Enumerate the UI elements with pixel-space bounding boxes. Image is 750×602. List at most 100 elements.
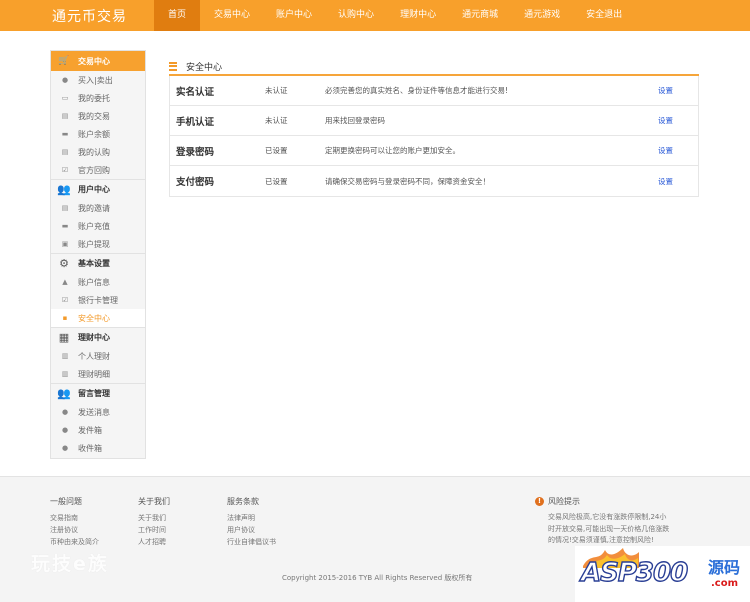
sidebar-group-1[interactable]: 👥 用户中心 [51,179,145,199]
footer-col-head: 关于我们 [138,497,170,506]
footer-link[interactable]: 币种由来及简介 [50,536,99,548]
sidebar-item-2-1[interactable]: ☑ 银行卡管理 [51,291,145,309]
page-title: 安全中心 [186,62,223,73]
sidebar-item-4-1[interactable]: ● 发件箱 [51,421,145,439]
money-icon: ▣ [61,240,69,248]
setting-description: 用来找回登录密码 [325,116,385,125]
sidebar-item-3-0[interactable]: ▥ 个人理财 [51,347,145,365]
sidebar-item-1-2[interactable]: ▣ 账户提现 [51,235,145,253]
footer-link[interactable]: 用户协议 [227,524,276,536]
sidebar-item-label: 安全中心 [78,313,110,323]
setting-name: 登录密码 [176,146,215,158]
sidebar-item-label: 我的委托 [78,93,110,103]
warning-icon: ! [535,497,544,506]
inbox-icon: ▭ [61,94,69,102]
nav-item-7[interactable]: 安全退出 [572,0,634,31]
footer: 一般问题 交易指南 注册协议 币种由来及简介 关于我们 关于我们 工作时间 人才… [0,476,750,602]
footer-link[interactable]: 行业自律倡议书 [227,536,276,548]
sidebar-item-label: 发送消息 [78,407,110,417]
watermark-left: 玩技e族 [31,553,109,575]
sidebar-item-0-5[interactable]: ☑ 官方回购 [51,161,145,179]
setting-status: 未认证 [265,86,288,95]
card-icon: ▬ [61,130,69,138]
gear-icon: ⚙ [59,257,69,270]
check-icon: ☑ [61,166,69,174]
list-icon [169,61,177,71]
security-table: 实名认证 未认证 必须完善您的真实姓名、身份证件等信息才能进行交易! 设置 手机认证 未认… [169,76,699,197]
footer-link[interactable]: 法律声明 [227,512,276,524]
setting-name: 实名认证 [176,86,215,98]
sidebar-item-2-2[interactable]: ▪ 安全中心 [51,309,145,327]
footer-link[interactable]: 注册协议 [50,524,99,536]
lock-icon: ▪ [62,314,68,322]
sidebar-item-0-4[interactable]: ▤ 我的认购 [51,143,145,161]
risk-heading: 风险提示 [548,497,580,506]
setting-link[interactable]: 设置 [658,145,673,156]
sidebar-group-4[interactable]: 👥 留言管理 [51,383,145,403]
watermark-logo: ASP300 源码 .com [575,546,750,602]
sidebar-item-label: 发件箱 [78,425,102,435]
copyright: Copyright 2015-2016 TYB All Rights Reser… [282,574,473,582]
setting-name: 支付密码 [176,177,215,188]
sidebar-item-label: 我的交易 [78,111,110,121]
nav-item-3[interactable]: 认购中心 [324,0,386,31]
setting-status: 已设置 [265,176,288,186]
sidebar-group-3[interactable]: ▦ 理财中心 [51,327,145,347]
card-icon: ▬ [61,222,69,230]
coin-icon: ● [61,426,69,434]
site-logo[interactable]: 通元币交易 [52,6,127,26]
sidebar-item-label: 我的认购 [78,147,110,157]
grid-icon: ▦ [58,331,70,344]
nav-item-5[interactable]: 通元商城 [448,0,510,31]
nav-item-2[interactable]: 账户中心 [262,0,324,31]
sidebar-item-4-2[interactable]: ● 收件箱 [51,439,145,457]
list-icon: ▤ [61,204,69,212]
setting-description: 请确保交易密码与登录密码不同，保障资金安全！ [325,176,490,186]
list-icon: ▤ [61,148,69,156]
table-row: 支付密码 已设置 请确保交易密码与登录密码不同，保障资金安全！ 设置 [170,166,698,196]
section-heading: 安全中心 [169,57,699,75]
list-icon: ▤ [61,112,69,120]
nav-item-6[interactable]: 通元游戏 [510,0,572,31]
footer-link[interactable]: 工作时间 [138,524,170,536]
sidebar-item-1-1[interactable]: ▬ 账户充值 [51,217,145,235]
sidebar-item-label: 官方回购 [78,165,110,175]
sidebar-item-1-0[interactable]: ▤ 我的邀请 [51,199,145,217]
chart-icon: ▥ [61,370,69,378]
footer-link[interactable]: 交易指南 [50,512,99,524]
sidebar-item-label: 个人理财 [78,351,110,361]
check-icon: ☑ [61,296,69,304]
sidebar-group-label: 留言管理 [78,389,110,398]
setting-name: 手机认证 [176,116,215,128]
sidebar-group-label: 理财中心 [78,333,110,342]
setting-link[interactable]: 设置 [658,115,673,126]
sidebar-item-0-1[interactable]: ▭ 我的委托 [51,89,145,107]
sidebar-item-0-0[interactable]: ● 买入|卖出 [51,71,145,89]
sidebar-item-0-3[interactable]: ▬ 账户余额 [51,125,145,143]
user-icon: ▲ [62,278,68,286]
nav-item-1[interactable]: 交易中心 [200,0,262,31]
sidebar-item-0-2[interactable]: ▤ 我的交易 [51,107,145,125]
sidebar-group-label: 交易中心 [78,56,110,66]
chart-icon: ▥ [61,352,69,360]
footer-col-head: 一般问题 [50,497,82,506]
sidebar-item-2-0[interactable]: ▲ 账户信息 [51,273,145,291]
nav-item-0[interactable]: 首页 [154,0,201,31]
sidebar-item-3-1[interactable]: ▥ 理财明细 [51,365,145,383]
sidebar-group-2[interactable]: ⚙ 基本设置 [51,253,145,273]
footer-col-head: 服务条款 [227,497,259,506]
sidebar-item-label: 我的邀请 [78,203,110,213]
setting-status: 已设置 [265,146,288,155]
setting-link[interactable]: 设置 [658,176,673,187]
sidebar-item-4-0[interactable]: ● 发送消息 [51,403,145,421]
sidebar-item-label: 账户充值 [78,221,110,231]
setting-link[interactable]: 设置 [658,85,673,96]
sidebar-group-0[interactable]: 🛒 交易中心 [51,51,145,71]
sidebar-item-label: 账户余额 [78,129,110,139]
footer-link[interactable]: 人才招聘 [138,536,170,548]
watermark-com-text: .com [711,578,739,589]
table-row: 手机认证 未认证 用来找回登录密码 设置 [170,106,698,136]
footer-link[interactable]: 关于我们 [138,512,170,524]
nav-item-4[interactable]: 理财中心 [386,0,448,31]
watermark-main-text: ASP300 [580,557,689,588]
